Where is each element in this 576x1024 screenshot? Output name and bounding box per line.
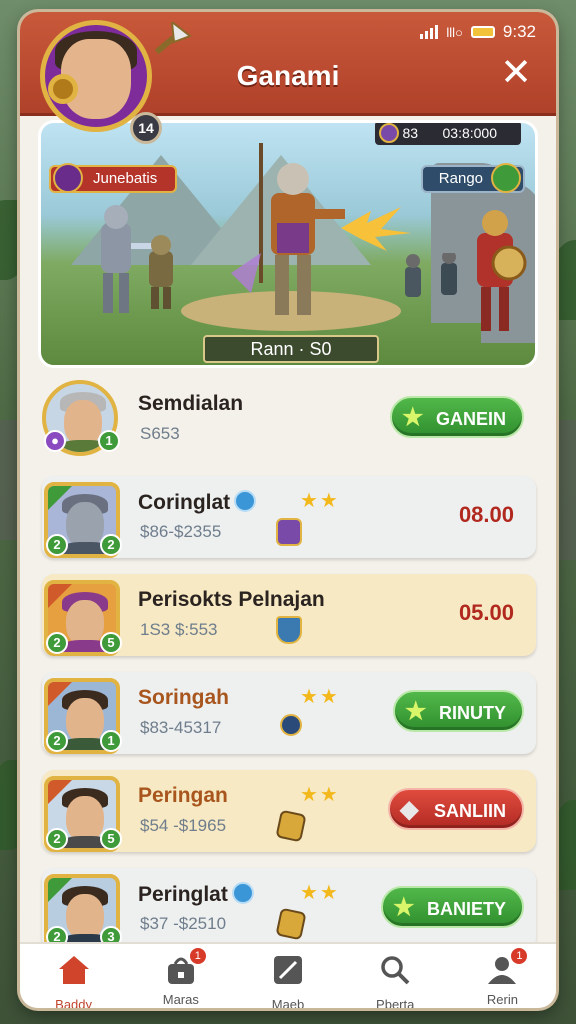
player-name: Coringlat [138, 490, 257, 515]
tier-badge: 2 [100, 534, 122, 556]
player-name: Perisokts Pelnajan [138, 588, 325, 611]
rinuty-button[interactable]: ★ RINUTY [393, 690, 524, 732]
left-team-icon [53, 163, 83, 193]
list-item[interactable]: 2 3 Peringlat ★★ $37 -$2510 ★ BANIETY [42, 868, 536, 950]
scroll-icon [275, 907, 307, 941]
tier-badge: 2 [46, 828, 68, 850]
list-item[interactable]: 2 5 Peringan ★★ $54 -$1965 ◆ SANLIIN [42, 770, 536, 852]
list-item[interactable]: 2 1 Soringah ★★ $83-45317 ★ RINUTY [42, 672, 536, 754]
rating-stars: ★★ [300, 686, 340, 708]
sanliin-button[interactable]: ◆ SANLIIN [388, 788, 524, 830]
action-label: RINUTY [439, 703, 506, 723]
fire-blast-effect [341, 207, 411, 251]
left-team-banner[interactable]: Junebatis [49, 163, 178, 193]
battle-scene: Junebatis Rango 83 03:8:000 Rann · S0 [38, 120, 538, 368]
spear-icon [154, 22, 193, 55]
baniety-button[interactable]: ★ BANIETY [380, 886, 524, 928]
action-label: SANLIIN [434, 801, 506, 821]
right-team-label: Rango [438, 170, 483, 187]
class-badge: ● [44, 430, 66, 452]
tier-badge: 2 [46, 730, 68, 752]
tier-badge: 5 [100, 632, 122, 654]
right-team-banner[interactable]: Rango [420, 163, 525, 193]
amulet-icon [280, 714, 302, 736]
tab-label: Pberta [376, 997, 415, 1008]
goblin-enemy [149, 235, 173, 309]
star-icon: ★ [392, 894, 415, 921]
tab-pberta[interactable]: Pberta [342, 944, 449, 1008]
home-icon [58, 956, 89, 984]
player-sub: S653 [140, 424, 180, 443]
score-prefix: 83 [402, 125, 419, 141]
price-label: 08.00 [458, 502, 514, 527]
notification-badge: 1 [511, 948, 528, 964]
score-display: 83 03:8:000 [374, 123, 521, 145]
player-name: Peringlat [138, 882, 254, 907]
rank-plate: Rann · S0 [203, 335, 379, 363]
tier-badge: 1 [100, 730, 122, 752]
rating-stars: ★★ [300, 784, 340, 806]
verified-icon [231, 882, 254, 904]
clock-time: 9:32 [502, 22, 536, 41]
tab-label: Maeb [271, 997, 305, 1008]
tier-badge: 2 [46, 632, 68, 654]
player-name: Semdialan [138, 392, 244, 415]
price-label: 05.00 [458, 600, 514, 625]
tab-maeb[interactable]: Maeb [234, 944, 341, 1008]
medal-icon [48, 74, 78, 104]
bag-icon: 1 [164, 948, 206, 986]
right-team-icon [491, 163, 521, 193]
player-sub: $37 -$2510 [140, 914, 227, 933]
star-icon: ★ [401, 404, 424, 431]
player-list: ● 1 Semdialan S653 ★ GANEIN 2 2 Coringla… [42, 378, 536, 966]
tab-rerin[interactable]: 1 Rerin [449, 944, 556, 1008]
rating-stars: ★★ [300, 882, 340, 904]
bottom-tab-bar: Baddy 1 Maras Maeb Pberta 1 Rerin [20, 942, 556, 1008]
left-team-label: Junebatis [93, 170, 158, 187]
shield-icon [276, 616, 302, 644]
action-label: GANEIN [435, 409, 506, 429]
player-sub: $54 -$1965 [140, 816, 227, 835]
list-item[interactable]: 2 2 Coringlat ★★ $86-$2355 08.00 [42, 476, 536, 558]
search-icon [381, 956, 410, 985]
player-sub: $86-$2355 [140, 522, 222, 541]
player-name: Soringah [138, 686, 230, 709]
signal-icon [420, 25, 439, 39]
status-bar: lll○ 9:32 [420, 22, 536, 42]
tier-badge: 2 [46, 534, 68, 556]
scroll-icon [275, 809, 307, 843]
tab-maras[interactable]: 1 Maras [127, 944, 234, 1008]
tab-baddy[interactable]: Baddy [20, 944, 127, 1008]
close-button[interactable]: ✕ [498, 54, 534, 92]
hero-warrior [231, 143, 345, 315]
player-sub: $83-45317 [140, 718, 222, 737]
player-level-badge: 14 [130, 112, 162, 144]
action-label: BANIETY [426, 899, 506, 919]
rating-stars: ★★ [300, 490, 340, 512]
tier-badge: 5 [100, 828, 122, 850]
verified-icon [234, 490, 257, 512]
profile-icon: 1 [485, 948, 528, 986]
list-item[interactable]: ● 1 Semdialan S653 ★ GANEIN [42, 378, 536, 460]
edit-icon [274, 956, 302, 984]
score-value: 03:8:000 [442, 125, 498, 141]
gem-icon [378, 123, 399, 143]
notification-badge: 1 [189, 948, 206, 964]
battery-icon [470, 26, 495, 38]
signal-label: lll○ [446, 24, 463, 40]
gain-button[interactable]: ★ GANEIN [389, 396, 524, 438]
game-panel: lll○ 9:32 Ganami ✕ 14 Junebatis Rango 83… [20, 12, 556, 1008]
list-item[interactable]: 2 5 Perisokts Pelnajan 1S3 $:553 05.00 [42, 574, 536, 656]
player-sub: 1S3 $:553 [140, 620, 218, 639]
tier-badge: 1 [98, 430, 120, 452]
gem-icon [276, 518, 302, 546]
tab-label: Rerin [486, 992, 518, 1007]
tab-label: Maras [162, 992, 199, 1007]
player-name: Peringan [138, 784, 228, 807]
tab-label: Baddy [55, 997, 93, 1008]
star-icon: ★ [405, 698, 427, 725]
gem-icon: ◆ [400, 796, 419, 823]
red-knight-enemy [477, 210, 527, 331]
